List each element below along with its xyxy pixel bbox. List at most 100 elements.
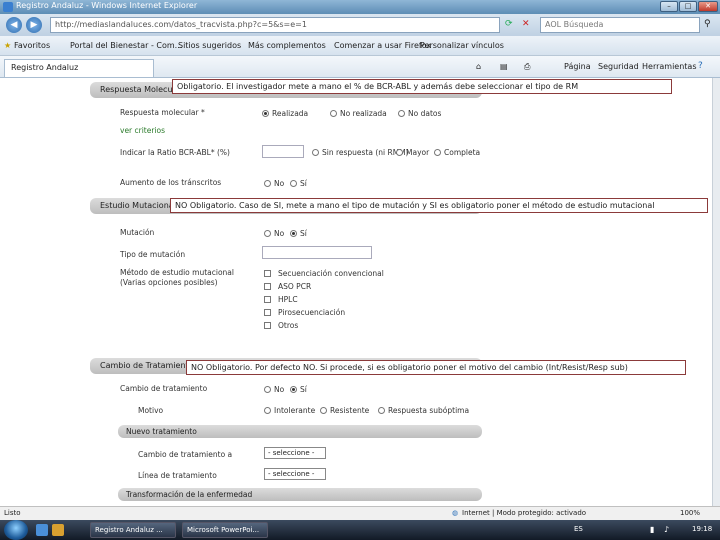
print-icon[interactable]: ⎙: [524, 62, 530, 72]
transcripts-label: Aumento de los tránscritos: [120, 178, 222, 187]
radio-no-realizada-label: No realizada: [340, 109, 387, 118]
tray-volume-icon[interactable]: ♪: [664, 525, 669, 534]
radio-transcripts-no-label: No: [274, 179, 285, 188]
page-content: Respuesta Molecular Respuesta molecular …: [0, 78, 712, 506]
favorites-star-icon: ★: [4, 41, 12, 50]
forward-button[interactable]: ▶: [26, 17, 42, 33]
radio-mutation-no[interactable]: [264, 230, 271, 237]
start-button[interactable]: [4, 520, 28, 540]
checkbox-hplc[interactable]: [264, 296, 271, 303]
checkbox-otros-label: Otros: [278, 321, 299, 330]
taskbar-registro[interactable]: Registro Andaluz ...: [90, 522, 176, 538]
radio-completa-label: Completa: [444, 148, 481, 157]
maximize-button[interactable]: □: [679, 1, 697, 12]
radio-no-datos[interactable]: [398, 110, 405, 117]
radio-realizada[interactable]: [262, 110, 269, 117]
quicklaunch-ie-icon[interactable]: [36, 524, 48, 536]
mutation-label: Mutación: [120, 228, 155, 237]
mutation-type-input[interactable]: [262, 246, 372, 259]
radio-transcripts-no[interactable]: [264, 180, 271, 187]
treatment-line-select[interactable]: - seleccione -: [264, 468, 326, 480]
fav-link-suggested[interactable]: Sitios sugeridos: [178, 41, 241, 50]
treatment-line-label: Línea de tratamiento: [138, 471, 217, 480]
safety-menu[interactable]: Seguridad: [598, 62, 639, 71]
radio-realizada-label: Realizada: [272, 109, 309, 118]
search-field[interactable]: AOL Búsqueda: [540, 17, 700, 33]
radio-change-no[interactable]: [264, 386, 271, 393]
annotation-estudio: NO Obligatorio. Caso de SI, mete a mano …: [170, 198, 708, 213]
radio-respuesta-suboptima[interactable]: [378, 407, 385, 414]
window-title-bar: Registro Andaluz - Windows Internet Expl…: [0, 0, 720, 14]
mutation-type-label: Tipo de mutación: [120, 250, 186, 259]
tray-network-icon[interactable]: ▮: [650, 525, 654, 534]
vertical-scrollbar[interactable]: [712, 78, 720, 506]
tab-registro[interactable]: Registro Andaluz: [4, 59, 154, 77]
radio-intolerante[interactable]: [264, 407, 271, 414]
fav-link-customize[interactable]: Personalizar vínculos: [420, 41, 504, 50]
tab-bar: Registro Andaluz ⌂ ▤ ⎙ Página Seguridad …: [0, 56, 720, 78]
home-icon[interactable]: ⌂: [476, 62, 481, 71]
minimize-button[interactable]: –: [660, 1, 678, 12]
checkbox-aso-pcr[interactable]: [264, 283, 271, 290]
tools-menu[interactable]: Herramientas: [642, 62, 697, 71]
fav-link-firefox[interactable]: Comenzar a usar Firefox: [334, 41, 431, 50]
fav-link-addons[interactable]: Más complementos: [248, 41, 326, 50]
motive-label: Motivo: [138, 406, 164, 415]
checkbox-pirosecuenciacion[interactable]: [264, 309, 271, 316]
ie-icon: [3, 2, 13, 12]
radio-respuesta-suboptima-label: Respuesta subóptima: [388, 406, 470, 415]
radio-resistente-label: Resistente: [330, 406, 370, 415]
language-indicator[interactable]: ES: [574, 525, 583, 533]
radio-mutation-si-label: Sí: [300, 229, 307, 238]
method-hint: (Varias opciones posibles): [120, 278, 218, 287]
radio-no-datos-label: No datos: [408, 109, 442, 118]
stop-icon[interactable]: ✕: [522, 19, 530, 29]
radio-intolerante-label: Intolerante: [274, 406, 316, 415]
status-bar: Listo ◍ Internet | Modo protegido: activ…: [0, 506, 720, 520]
taskbar: Registro Andaluz ... Microsoft PowerPoi.…: [0, 520, 720, 540]
taskbar-powerpoint[interactable]: Microsoft PowerPoi...: [182, 522, 268, 538]
favorites-bar: ★ Favoritos Portal del Bienestar - Com..…: [0, 36, 720, 56]
address-bar: ◀ ▶ http://mediaslandaluces.com/datos_tr…: [0, 14, 720, 36]
feeds-icon[interactable]: ▤: [500, 62, 508, 71]
change-to-select[interactable]: - seleccione -: [264, 447, 326, 459]
radio-mutation-si[interactable]: [290, 230, 297, 237]
close-button[interactable]: ✕: [698, 1, 718, 12]
subsection-new-treatment: Nuevo tratamiento: [118, 425, 482, 438]
back-button[interactable]: ◀: [6, 17, 22, 33]
radio-transcripts-si-label: Sí: [300, 179, 307, 188]
favorites-button[interactable]: Favoritos: [14, 41, 50, 50]
status-text: Listo: [4, 509, 21, 517]
page-menu[interactable]: Página: [564, 62, 591, 71]
radio-no-realizada[interactable]: [330, 110, 337, 117]
fav-link-portal[interactable]: Portal del Bienestar - Com...: [70, 41, 182, 50]
radio-mayor[interactable]: [396, 149, 403, 156]
molecular-response-label: Respuesta molecular *: [120, 108, 205, 117]
checkbox-secuenciacion-label: Secuenciación convencional: [278, 269, 384, 278]
refresh-icon[interactable]: ⟳: [505, 19, 513, 29]
criteria-link[interactable]: ver criterios: [120, 126, 165, 135]
window-title: Registro Andaluz - Windows Internet Expl…: [16, 1, 198, 10]
help-icon[interactable]: ?: [698, 61, 703, 71]
radio-mayor-label: Mayor: [406, 148, 430, 157]
ratio-input[interactable]: [262, 145, 304, 158]
quicklaunch-folder-icon[interactable]: [52, 524, 64, 536]
annotation-cambio: NO Obligatorio. Por defecto NO. Si proce…: [186, 360, 686, 375]
checkbox-pirosecuenciacion-label: Pirosecuenciación: [278, 308, 346, 317]
radio-transcripts-si[interactable]: [290, 180, 297, 187]
ratio-label: Indicar la Ratio BCR-ABL* (%): [120, 148, 230, 157]
checkbox-secuenciacion[interactable]: [264, 270, 271, 277]
method-label: Método de estudio mutacional: [120, 268, 234, 277]
url-field[interactable]: http://mediaslandaluces.com/datos_tracvi…: [50, 17, 500, 33]
annotation-respuesta: Obligatorio. El investigador mete a mano…: [172, 79, 672, 94]
zoom-level[interactable]: 100%: [680, 509, 700, 517]
subsection-transformation: Transformación de la enfermedad: [118, 488, 482, 501]
radio-resistente[interactable]: [320, 407, 327, 414]
radio-change-si[interactable]: [290, 386, 297, 393]
checkbox-otros[interactable]: [264, 322, 271, 329]
radio-completa[interactable]: [434, 149, 441, 156]
radio-sin-respuesta[interactable]: [312, 149, 319, 156]
checkbox-hplc-label: HPLC: [278, 295, 298, 304]
radio-change-no-label: No: [274, 385, 285, 394]
search-icon[interactable]: ⚲: [704, 19, 711, 29]
